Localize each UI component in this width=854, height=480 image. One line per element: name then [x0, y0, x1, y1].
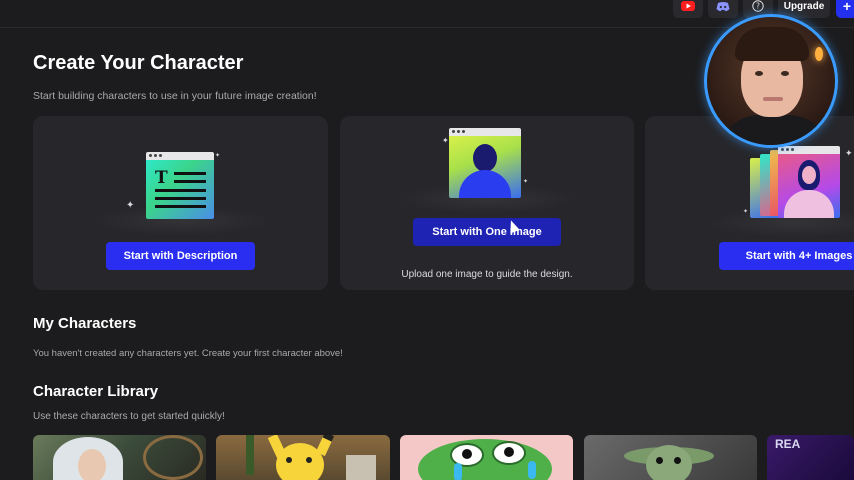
library-character-grogu[interactable]: [584, 435, 757, 480]
start-with-description-button[interactable]: Start with Description: [106, 242, 255, 270]
sparkle-icon: ✦: [126, 200, 135, 211]
discord-button[interactable]: [708, 0, 738, 18]
thumbnail-text: REA: [775, 437, 801, 451]
document-illustration-icon: T: [146, 152, 214, 219]
start-with-one-image-button[interactable]: Start with One Image: [413, 218, 561, 246]
page-subtitle: Start building characters to use in your…: [33, 90, 317, 102]
library-character-fifth[interactable]: REA: [767, 435, 854, 480]
presenter-avatar: [704, 14, 838, 148]
help-icon: ?: [752, 0, 764, 12]
library-character-pepe[interactable]: [400, 435, 573, 480]
portrait-illustration-icon: [449, 128, 521, 198]
doc-letter: T: [155, 168, 168, 188]
sparkle-icon: ✦: [845, 148, 853, 158]
card-description: Upload one image to guide the design.: [401, 269, 573, 280]
sparkle-icon: ✦: [442, 136, 449, 145]
sparkle-icon: ✦: [523, 179, 529, 185]
top-bar: ? Upgrade +: [0, 0, 854, 28]
library-character-pikachu[interactable]: [216, 435, 390, 480]
character-library-subtitle: Use these characters to get started quic…: [33, 411, 225, 422]
library-character-elf[interactable]: [33, 435, 206, 480]
my-characters-empty-text: You haven't created any characters yet. …: [33, 348, 343, 359]
youtube-button[interactable]: [673, 0, 703, 18]
help-glyph: ?: [756, 2, 760, 11]
start-with-4-images-button[interactable]: Start with 4+ Images: [719, 242, 854, 270]
youtube-icon: [681, 1, 695, 11]
sparkle-icon: ✦: [743, 209, 749, 215]
discord-icon: [716, 1, 730, 11]
character-library-title: Character Library: [33, 383, 159, 400]
multi-image-illustration-icon: [750, 146, 845, 220]
sparkle-icon: ✦: [215, 153, 221, 159]
page-title: Create Your Character: [33, 52, 244, 74]
my-characters-title: My Characters: [33, 315, 137, 332]
add-button[interactable]: +: [836, 0, 854, 18]
start-with-description-card[interactable]: ✦ ✦ T Start with Description: [33, 116, 328, 290]
start-with-one-image-card[interactable]: ✦ ✦ Start with One Image Upload one imag…: [340, 116, 634, 290]
